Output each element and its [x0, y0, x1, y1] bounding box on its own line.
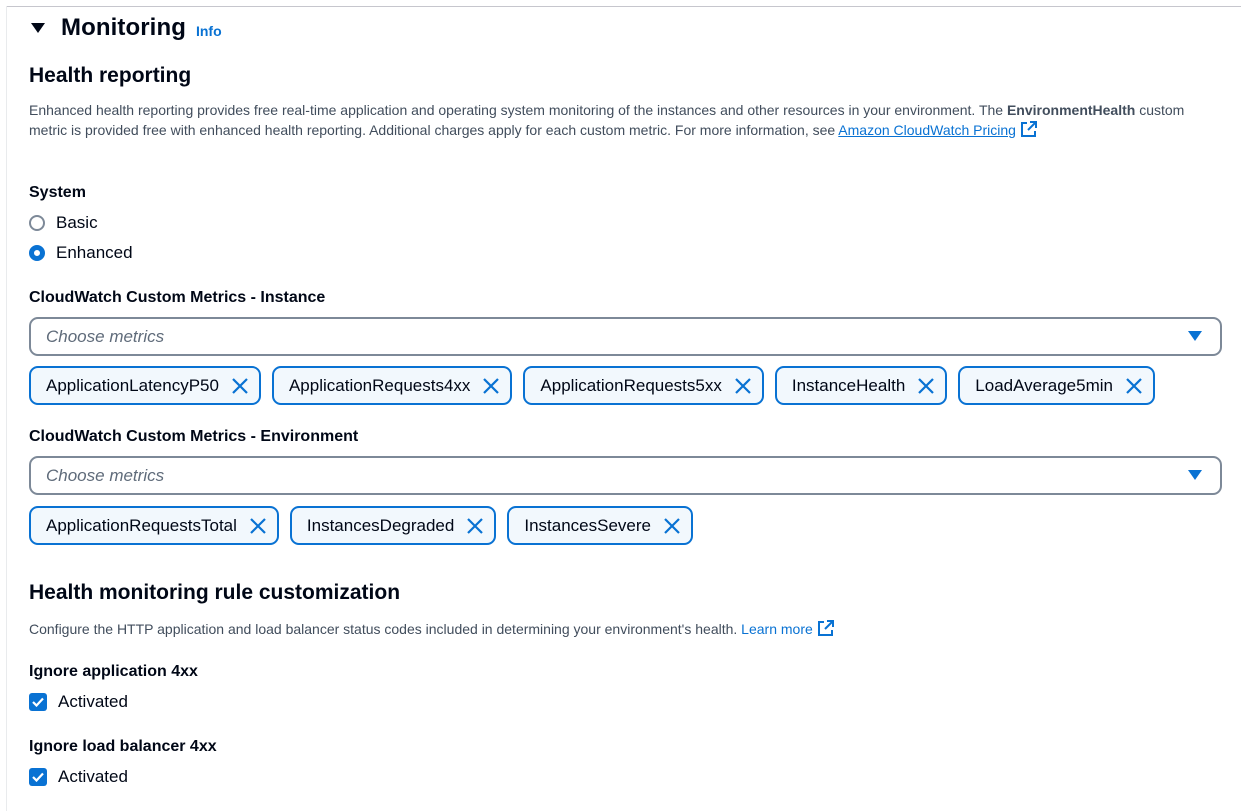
- dropdown-caret-icon: [1188, 470, 1202, 480]
- cloudwatch-pricing-link[interactable]: Amazon CloudWatch Pricing: [838, 122, 1016, 138]
- remove-token-icon[interactable]: [734, 377, 752, 395]
- remove-token-icon[interactable]: [663, 517, 681, 535]
- metric-token: InstancesSevere: [507, 506, 693, 545]
- ignore-lb-4xx-checkbox-row[interactable]: Activated: [29, 767, 128, 787]
- metric-token-label: InstanceHealth: [791, 375, 906, 395]
- checkmark-icon: [32, 772, 44, 782]
- ignore-app-4xx-checkbox-row[interactable]: Activated: [29, 692, 128, 712]
- remove-token-icon[interactable]: [917, 377, 935, 395]
- info-link[interactable]: Info: [196, 23, 222, 39]
- metric-token: InstanceHealth: [774, 366, 948, 405]
- metric-token: ApplicationRequests5xx: [523, 366, 764, 405]
- learn-more-link[interactable]: Learn more: [741, 621, 813, 637]
- instance-metrics-placeholder: Choose metrics: [46, 327, 165, 346]
- monitoring-section-header: Monitoring Info: [30, 14, 222, 42]
- instance-metrics-select[interactable]: Choose metrics: [29, 317, 1222, 356]
- radio-basic[interactable]: Basic: [29, 213, 98, 233]
- section-title[interactable]: Monitoring: [61, 14, 186, 42]
- remove-token-icon[interactable]: [482, 377, 500, 395]
- ignore-lb-4xx-check-label: Activated: [58, 767, 128, 786]
- dropdown-caret-icon: [1188, 331, 1202, 341]
- radio-button-enhanced[interactable]: [29, 245, 45, 261]
- metric-token-label: InstancesDegraded: [306, 515, 455, 535]
- metric-token-label: LoadAverage5min: [975, 375, 1113, 395]
- health-reporting-heading: Health reporting: [29, 64, 192, 87]
- ignore-lb-4xx-checkbox[interactable]: [29, 768, 47, 786]
- ignore-lb-4xx-label: Ignore load balancer 4xx: [29, 738, 217, 755]
- description-bold: EnvironmentHealth: [1006, 102, 1136, 118]
- ignore-app-4xx-checkbox[interactable]: [29, 693, 47, 711]
- instance-metrics-tokens: ApplicationLatencyP50 ApplicationRequests…: [29, 366, 1155, 405]
- health-reporting-description: Enhanced health reporting provides free …: [29, 100, 1209, 140]
- ignore-app-4xx-label: Ignore application 4xx: [29, 663, 198, 680]
- metric-token: ApplicationRequestsTotal: [29, 506, 279, 545]
- metric-token-label: ApplicationRequests5xx: [540, 375, 722, 395]
- caret-down-icon[interactable]: [30, 20, 46, 36]
- radio-label-basic: Basic: [56, 213, 98, 232]
- environment-metrics-label: CloudWatch Custom Metrics - Environment: [29, 428, 359, 445]
- remove-token-icon[interactable]: [1125, 377, 1143, 395]
- container-top-border: [6, 6, 1241, 7]
- ignore-app-4xx-check-label: Activated: [58, 692, 128, 711]
- external-link-icon[interactable]: [1020, 120, 1038, 138]
- instance-metrics-label: CloudWatch Custom Metrics - Instance: [29, 289, 326, 306]
- radio-label-enhanced: Enhanced: [56, 243, 133, 262]
- environment-metrics-placeholder: Choose metrics: [46, 466, 165, 485]
- rule-customization-description: Configure the HTTP application and load …: [29, 619, 1209, 639]
- remove-token-icon[interactable]: [231, 377, 249, 395]
- remove-token-icon[interactable]: [249, 517, 267, 535]
- metric-token-label: ApplicationRequests4xx: [288, 375, 471, 395]
- environment-metrics-select[interactable]: Choose metrics: [29, 456, 1222, 495]
- metric-token: LoadAverage5min: [958, 366, 1155, 405]
- radio-button-basic[interactable]: [29, 215, 45, 231]
- metric-token: ApplicationRequests4xx: [271, 366, 513, 405]
- metric-token-label: ApplicationRequestsTotal: [46, 515, 237, 535]
- container-left-border: [6, 6, 7, 811]
- system-label: System: [29, 184, 86, 201]
- environment-metrics-tokens: ApplicationRequestsTotal InstancesDegrade…: [29, 506, 693, 545]
- description-text-1: Enhanced health reporting provides free …: [29, 102, 1007, 118]
- rule-description-text: Configure the HTTP application and load …: [29, 621, 742, 637]
- metric-token-label: ApplicationLatencyP50: [46, 375, 219, 395]
- metric-token: InstancesDegraded: [289, 506, 497, 545]
- metric-token: ApplicationLatencyP50: [29, 366, 261, 405]
- checkmark-icon: [32, 697, 44, 707]
- remove-token-icon[interactable]: [466, 517, 484, 535]
- metric-token-label: InstancesSevere: [524, 515, 651, 535]
- rule-customization-heading: Health monitoring rule customization: [29, 581, 401, 604]
- external-link-icon[interactable]: [817, 619, 835, 637]
- radio-enhanced[interactable]: Enhanced: [29, 243, 133, 263]
